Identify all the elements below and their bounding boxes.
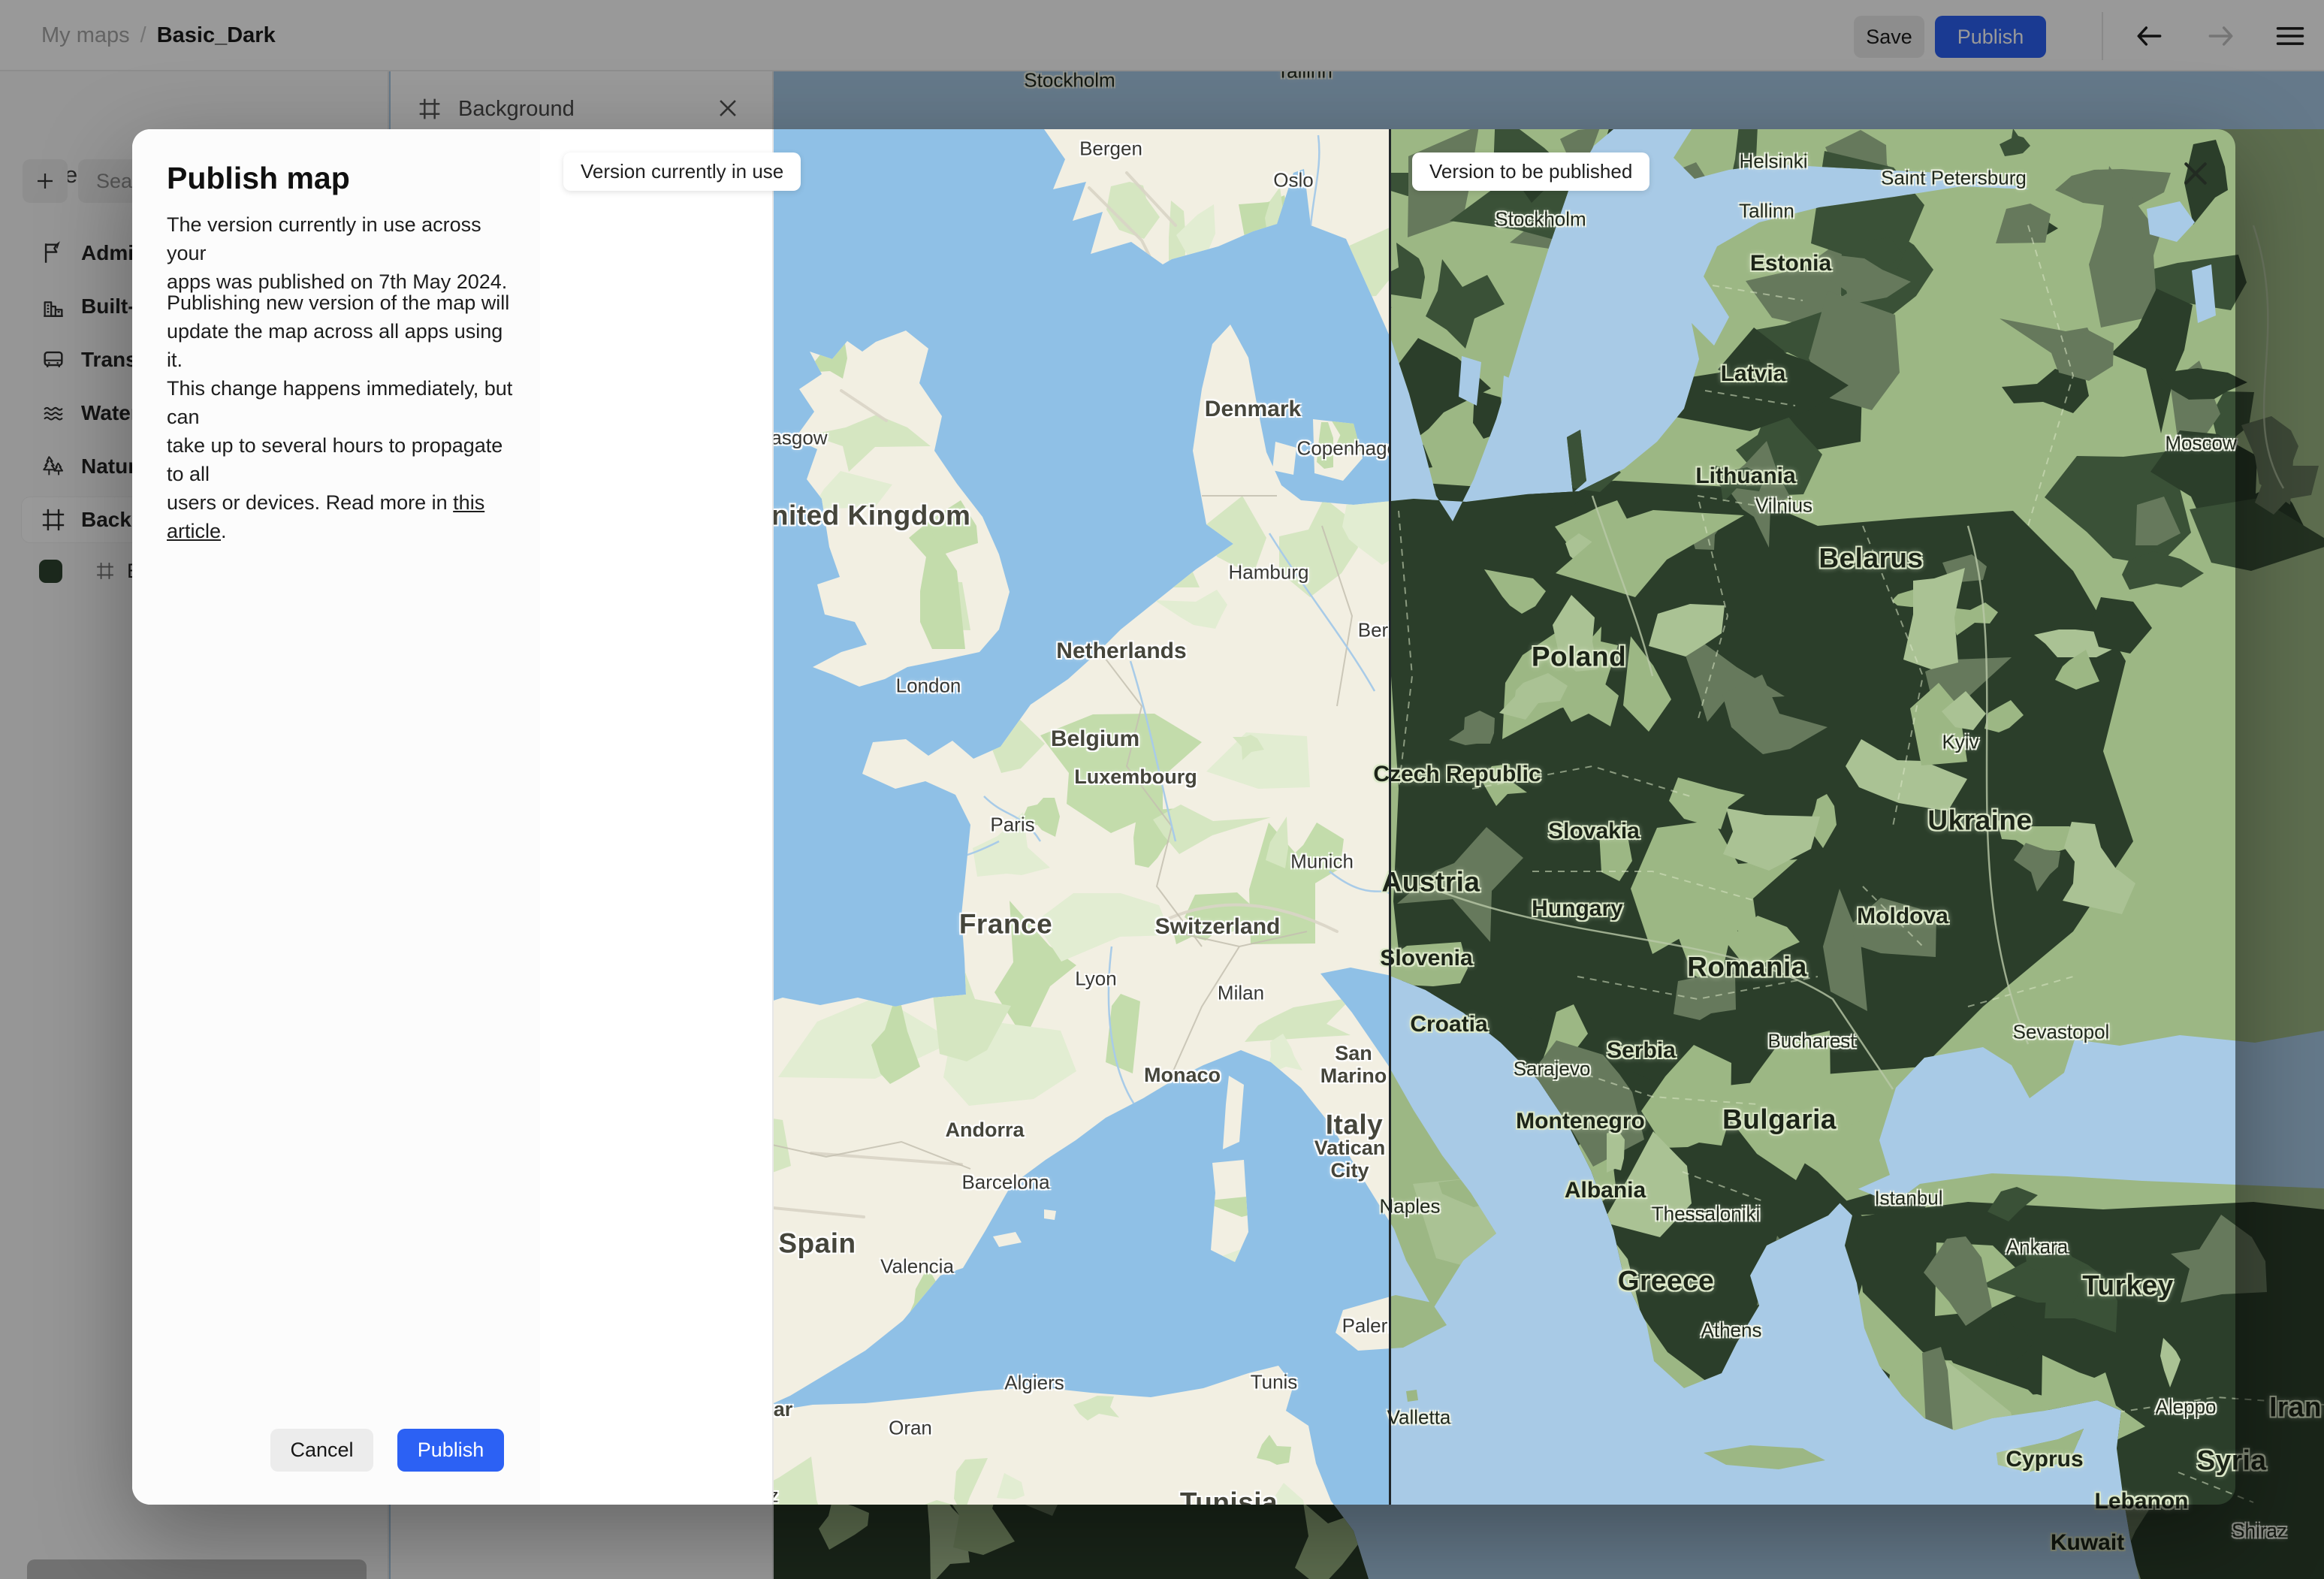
- dialog-paragraph-1: The version currently in use across your…: [167, 213, 508, 293]
- publish-button-topbar[interactable]: Publish: [1935, 16, 2046, 58]
- compare-swipe-divider[interactable]: [1389, 129, 1391, 1505]
- layer-item-label: Water: [81, 401, 139, 424]
- dialog-paragraph-2: Publishing new version of the map will u…: [167, 288, 518, 545]
- undo-arrow-icon[interactable]: [2132, 20, 2166, 53]
- dialog-footer: Cancel Publish: [270, 1429, 504, 1472]
- menu-icon[interactable]: [2271, 20, 2309, 53]
- background-panel-title: Background: [458, 96, 575, 121]
- buildings-icon: [41, 294, 66, 319]
- topbar-divider: [2102, 12, 2103, 60]
- flag-icon: [41, 240, 66, 266]
- app-screen: BergenOsloGlasgowDenmarkCopenhagenUnited…: [0, 0, 2324, 1579]
- bus-icon: [41, 347, 66, 373]
- preview-close-icon[interactable]: [2181, 159, 2210, 188]
- map-label-kuwait: Kuwait: [2050, 1530, 2125, 1556]
- publish-confirm-button[interactable]: Publish: [397, 1429, 504, 1472]
- cancel-button[interactable]: Cancel: [270, 1429, 373, 1472]
- publish-dialog-pane: Publish map The version currently in use…: [132, 129, 540, 1505]
- dialog-paragraph-2-text: Publishing new version of the map will u…: [167, 291, 513, 514]
- layers-panel-bottom-bar[interactable]: [27, 1559, 367, 1579]
- nature-icon: [41, 454, 66, 479]
- dialog-title: Publish map: [167, 161, 350, 195]
- redo-arrow-icon[interactable]: [2204, 20, 2238, 53]
- frame-icon: [41, 507, 66, 533]
- map-label-stockholm: Stockholm: [1024, 68, 1115, 92]
- breadcrumb-separator: /: [140, 23, 146, 47]
- breadcrumb-my-maps[interactable]: My maps: [41, 23, 130, 48]
- version-new-badge: Version to be published: [1412, 152, 1650, 191]
- plus-icon: [38, 174, 53, 189]
- map-label-shiraz: Shiraz: [2232, 1519, 2287, 1542]
- top-bar: My maps / Basic_Dark Save Publish: [0, 0, 2324, 71]
- dialog-paragraph-2-period: .: [221, 520, 227, 542]
- background-panel-close-icon[interactable]: [715, 95, 741, 121]
- frame-icon: [95, 561, 115, 581]
- layer-color-swatch[interactable]: [39, 559, 62, 583]
- version-current-badge: Version currently in use: [563, 152, 801, 191]
- add-layer-button[interactable]: [23, 159, 68, 203]
- frame-icon: [418, 97, 442, 121]
- breadcrumb: My maps / Basic_Dark: [41, 0, 276, 71]
- water-icon: [41, 400, 66, 426]
- save-button[interactable]: Save: [1854, 16, 1924, 58]
- publish-dialog: Publish map The version currently in use…: [132, 129, 2235, 1505]
- map-label-iran: Iran: [2269, 1391, 2322, 1423]
- breadcrumb-map-name: Basic_Dark: [156, 23, 276, 47]
